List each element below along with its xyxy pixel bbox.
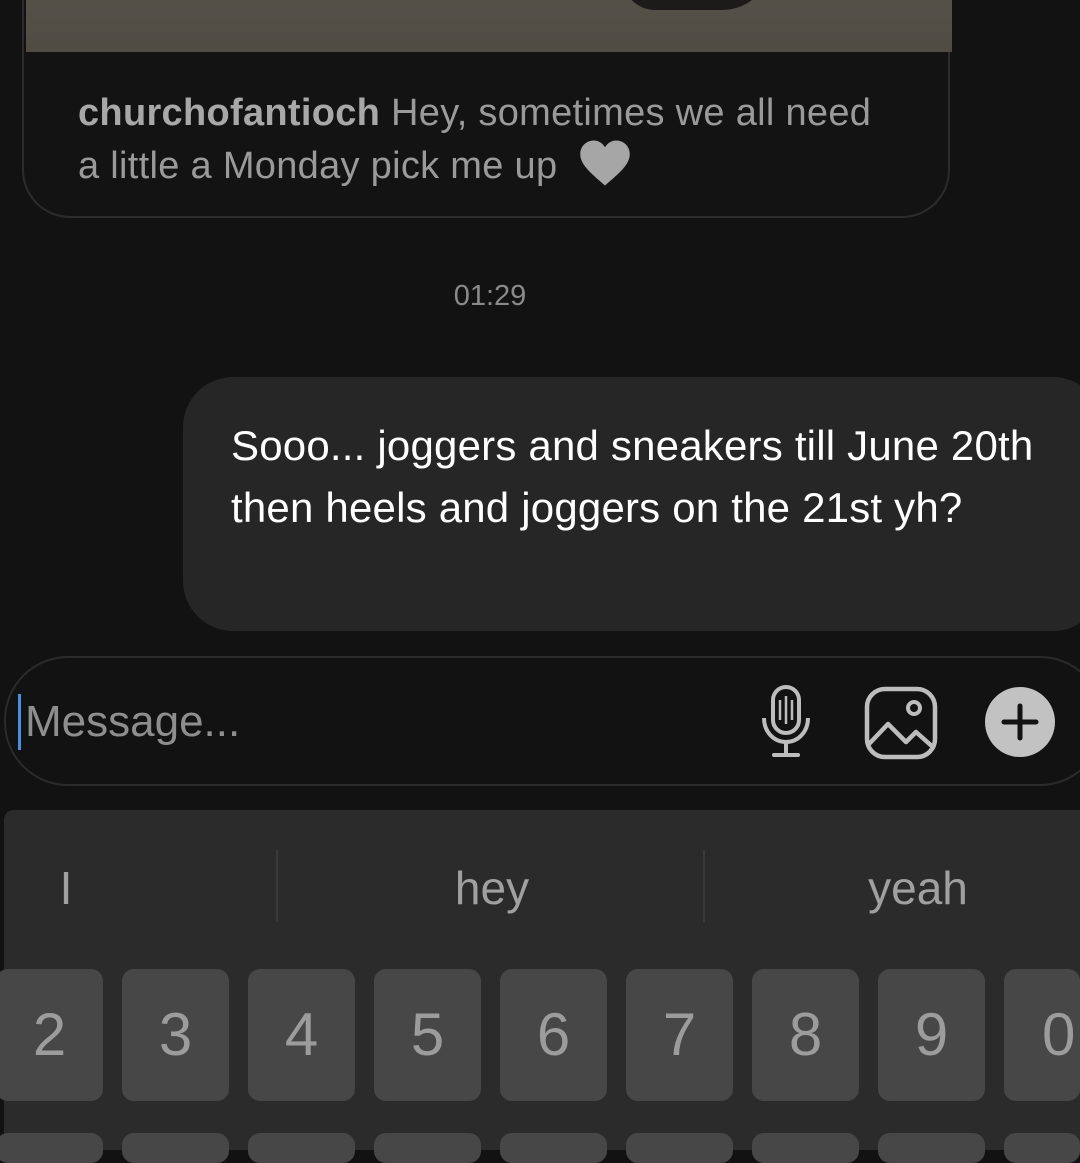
keyboard-key[interactable] xyxy=(122,1133,229,1163)
suggestion-3[interactable]: yeah xyxy=(716,852,1080,924)
plus-icon[interactable] xyxy=(984,686,1056,758)
message-input[interactable] xyxy=(18,694,525,750)
shoe-shape xyxy=(622,0,772,10)
key-7[interactable]: 7 xyxy=(626,969,733,1101)
key-9[interactable]: 9 xyxy=(878,969,985,1101)
outgoing-message-bubble[interactable]: Sooo... joggers and sneakers till June 2… xyxy=(183,377,1080,631)
message-timestamp: 01:29 xyxy=(453,280,527,312)
keyboard-key[interactable] xyxy=(500,1133,607,1163)
keyboard-key[interactable] xyxy=(1004,1133,1080,1163)
post-author[interactable]: churchofantioch xyxy=(78,92,380,134)
shared-post-image[interactable] xyxy=(26,0,952,52)
suggestion-1[interactable]: I xyxy=(4,852,128,924)
keyboard-key[interactable] xyxy=(626,1133,733,1163)
keyboard-key[interactable] xyxy=(752,1133,859,1163)
suggestion-2[interactable]: hey xyxy=(290,852,694,924)
suggestion-divider xyxy=(703,850,705,922)
message-text: Sooo... joggers and sneakers till June 2… xyxy=(231,422,1034,531)
key-8[interactable]: 8 xyxy=(752,969,859,1101)
suggestion-divider xyxy=(276,850,278,922)
key-3[interactable]: 3 xyxy=(122,969,229,1101)
microphone-icon[interactable] xyxy=(758,684,814,760)
keyboard-key[interactable] xyxy=(878,1133,985,1163)
key-5[interactable]: 5 xyxy=(374,969,481,1101)
key-2[interactable]: 2 xyxy=(0,969,103,1101)
heart-icon xyxy=(578,138,632,201)
keyboard-key[interactable] xyxy=(0,1133,103,1163)
key-0[interactable]: 0 xyxy=(1004,969,1080,1101)
key-6[interactable]: 6 xyxy=(500,969,607,1101)
key-4[interactable]: 4 xyxy=(248,969,355,1101)
gallery-icon[interactable] xyxy=(864,686,938,760)
shared-post-card[interactable]: churchofantioch Hey, sometimes we all ne… xyxy=(22,0,952,218)
keyboard-key[interactable] xyxy=(374,1133,481,1163)
keyboard-key[interactable] xyxy=(248,1133,355,1163)
shared-post-caption: churchofantioch Hey, sometimes we all ne… xyxy=(78,88,898,201)
